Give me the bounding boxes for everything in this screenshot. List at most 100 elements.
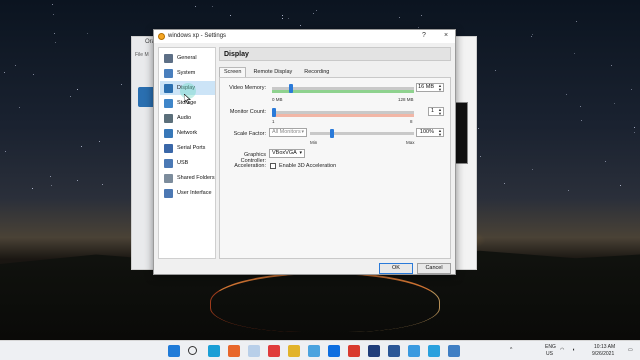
video-memory-slider-thumb[interactable] — [289, 84, 294, 93]
edge-icon[interactable] — [208, 345, 220, 357]
word-icon[interactable] — [388, 345, 400, 357]
sidebar-item-network[interactable]: Network — [160, 126, 215, 140]
chevron-down-icon: ▾ — [299, 150, 302, 156]
notification-icon[interactable]: ▭ — [628, 347, 633, 353]
wallpaper-star — [288, 18, 290, 20]
clock-time[interactable]: 10:13 AM — [594, 344, 615, 350]
wallpaper-star — [605, 160, 607, 162]
wallpaper-star — [53, 13, 55, 15]
monitor-count-max: 8 — [410, 119, 413, 124]
shared-folders-icon — [164, 173, 173, 183]
sidebar-item-user-interface[interactable]: User Interface — [160, 186, 215, 200]
virtualbox-icon[interactable] — [448, 345, 460, 357]
video-memory-max: 128 MB — [398, 97, 414, 102]
help-button[interactable]: ? — [422, 32, 426, 39]
photoshop-icon[interactable] — [368, 345, 380, 357]
wallpaper-star — [5, 151, 7, 153]
search-icon[interactable] — [188, 346, 197, 355]
volume-icon[interactable]: ◖ — [572, 347, 575, 353]
firefox-icon[interactable] — [228, 345, 240, 357]
scale-factor-monitor-value: All Monitors — [272, 129, 301, 135]
sidebar-item-serial-ports[interactable]: Serial Ports — [160, 141, 215, 155]
wallpaper-star — [576, 20, 578, 22]
audio-icon — [164, 113, 173, 123]
sidebar-item-label: Audio — [177, 115, 192, 121]
input-region[interactable]: US — [546, 351, 553, 357]
ok-button[interactable]: OK — [379, 263, 413, 274]
input-language[interactable]: ENG — [545, 344, 556, 350]
close-button[interactable]: × — [444, 32, 448, 39]
storage-icon — [164, 98, 173, 108]
sidebar-item-audio[interactable]: Audio — [160, 111, 215, 125]
wallpaper-star — [567, 189, 569, 191]
video-memory-min: 0 MB — [272, 97, 283, 102]
video-memory-label: Video Memory: — [229, 85, 266, 91]
video-memory-slider[interactable] — [272, 84, 414, 93]
enable-3d-acceleration-label[interactable]: Enable 3D Acceleration — [279, 163, 336, 169]
cancel-button[interactable]: Cancel — [417, 263, 451, 274]
scale-factor-monitor-select[interactable]: All Monitors ▾ — [269, 128, 307, 137]
scale-factor-value: 100% — [419, 129, 434, 135]
monitor-count-slider-thumb[interactable] — [272, 108, 276, 117]
graphics-controller-value: VBoxVGA — [272, 150, 297, 156]
serial-ports-icon — [164, 143, 173, 153]
sidebar-item-usb[interactable]: USB — [160, 156, 215, 170]
sidebar-item-general[interactable]: General — [160, 51, 215, 65]
wallpaper-star — [619, 185, 621, 187]
clock-date[interactable]: 9/26/2021 — [592, 351, 614, 357]
wallpaper-star — [69, 95, 71, 97]
spin-arrows-icon[interactable]: ▲ ▼ — [438, 129, 442, 137]
wallpaper-star — [50, 185, 52, 187]
chevron-down-icon: ▾ — [301, 129, 304, 135]
scale-factor-slider-thumb[interactable] — [330, 129, 334, 138]
wallpaper-star — [121, 83, 123, 85]
sidebar-item-shared-folders[interactable]: Shared Folders — [160, 171, 215, 185]
monitor-count-slider[interactable] — [272, 108, 414, 117]
spin-arrows-icon[interactable]: ▲ ▼ — [438, 108, 442, 116]
photos-icon[interactable] — [248, 345, 260, 357]
tray-up-arrow-icon[interactable]: ^ — [510, 347, 512, 353]
scale-factor-max: Max — [406, 140, 415, 145]
taskbar: ^ ENG US ◠ ◖ 10:13 AM 9/26/2021 ▭ — [0, 340, 640, 360]
sidebar-item-label: Network — [177, 130, 198, 136]
monitor-count-label: Monitor Count: — [229, 109, 266, 115]
tab-recording[interactable]: Recording — [299, 67, 334, 77]
video-memory-spinbox[interactable]: 16 MB ▲ ▼ — [416, 83, 444, 92]
wps-icon[interactable] — [348, 345, 360, 357]
wallpaper-star — [312, 12, 314, 14]
graphics-controller-select[interactable]: VBoxVGA ▾ — [269, 149, 305, 158]
mouse-pointer-icon — [184, 94, 191, 104]
wallpaper-star — [33, 73, 35, 75]
windows-start-icon[interactable] — [168, 345, 180, 357]
wallpaper-star — [194, 5, 196, 7]
sidebar-item-system[interactable]: System — [160, 66, 215, 80]
telegram-icon[interactable] — [428, 345, 440, 357]
wallpaper-star — [531, 35, 533, 37]
monitor-count-spinbox[interactable]: 1 ▲ ▼ — [428, 107, 444, 116]
manager-menu[interactable]: File M — [135, 52, 149, 58]
wallpaper-star — [480, 156, 482, 158]
vivaldi-icon[interactable] — [268, 345, 280, 357]
tab-screen[interactable]: Screen — [219, 67, 247, 77]
wallpaper-star — [282, 17, 284, 19]
wallpaper-star — [54, 32, 56, 34]
wallpaper-star — [4, 71, 6, 73]
display-tabs: Screen Remote Display Recording — [219, 67, 336, 77]
tab-remote-display[interactable]: Remote Display — [248, 67, 297, 77]
wallpaper-star — [614, 102, 616, 104]
sidebar-item-label: User Interface — [177, 190, 212, 196]
scale-factor-spinbox[interactable]: 100% ▲ ▼ — [416, 128, 444, 137]
dialog-titlebar[interactable]: windows xp - Settings ? × — [154, 30, 455, 43]
wallpaper-star — [32, 187, 34, 189]
wifi-icon[interactable]: ◠ — [560, 347, 564, 353]
spin-arrows-icon[interactable]: ▲ ▼ — [438, 84, 442, 92]
usb-icon — [164, 158, 173, 168]
download-icon[interactable] — [408, 345, 420, 357]
chrome-icon[interactable] — [288, 345, 300, 357]
notepad-icon[interactable] — [308, 345, 320, 357]
screen-tab-panel: Video Memory: 16 MB ▲ ▼ 0 MB 128 MB Monit… — [219, 77, 451, 259]
teamviewer-icon[interactable] — [328, 345, 340, 357]
enable-3d-acceleration-checkbox[interactable] — [270, 163, 276, 169]
wallpaper-star — [98, 141, 100, 143]
scale-factor-slider[interactable] — [310, 129, 414, 138]
